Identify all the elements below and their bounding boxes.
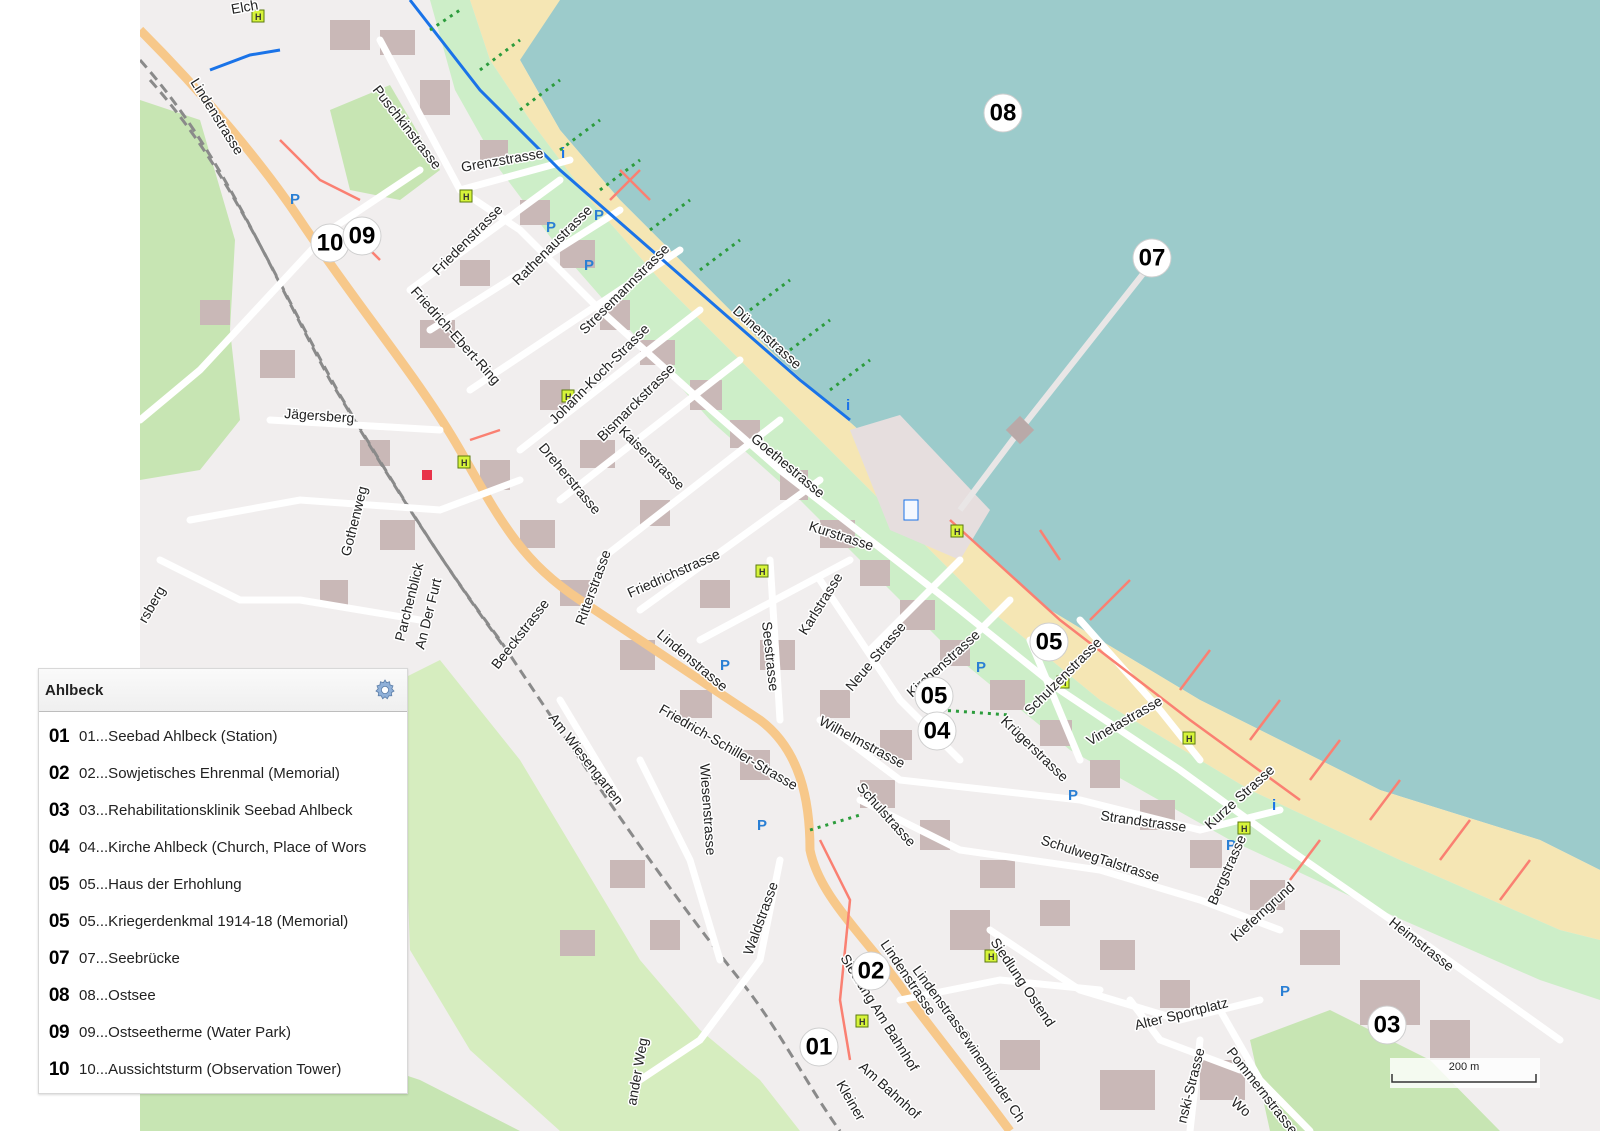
scale-bar-label: 200 m xyxy=(1449,1061,1480,1073)
kiosk-icon[interactable] xyxy=(903,499,919,521)
svg-text:10: 10 xyxy=(317,230,344,257)
bus-stop-icon[interactable]: H xyxy=(950,524,964,538)
marker-09[interactable]: 09 xyxy=(342,216,382,256)
info-icon[interactable]: i xyxy=(1272,797,1276,814)
marker-08[interactable]: 08 xyxy=(983,93,1023,133)
legend-item[interactable]: 04 04...Kirche Ahlbeck (Church, Place of … xyxy=(39,829,407,866)
marker-05[interactable]: 05 xyxy=(914,676,954,716)
legend-title: Ahlbeck xyxy=(45,681,104,699)
svg-text:01: 01 xyxy=(806,1034,833,1061)
legend-item-number: 03 xyxy=(48,799,70,821)
tram-stop-icon[interactable] xyxy=(422,470,432,480)
bus-stop-icon[interactable]: H xyxy=(855,1014,869,1028)
svg-text:05: 05 xyxy=(921,683,948,710)
svg-text:02: 02 xyxy=(858,958,885,985)
svg-text:H: H xyxy=(1186,734,1193,744)
svg-text:03: 03 xyxy=(1374,1012,1401,1039)
legend-item-number: 02 xyxy=(48,762,70,784)
legend-item[interactable]: 10 10...Aussichtsturm (Observation Tower) xyxy=(39,1051,407,1088)
svg-text:H: H xyxy=(954,527,961,537)
svg-text:H: H xyxy=(759,567,766,577)
legend-item-number: 01 xyxy=(48,725,70,747)
bus-stop-icon[interactable]: H xyxy=(1237,821,1251,835)
legend-item-number: 07 xyxy=(48,947,70,969)
legend-item[interactable]: 01 01...Seebad Ahlbeck (Station) xyxy=(39,718,407,755)
legend-item-label: 05...Kriegerdenkmal 1914-18 (Memorial) xyxy=(79,913,349,930)
parking-icon[interactable]: P xyxy=(720,657,730,674)
gear-icon[interactable] xyxy=(371,676,399,704)
bus-stop-icon[interactable]: H xyxy=(1182,731,1196,745)
legend-item-label: 10...Aussichtsturm (Observation Tower) xyxy=(79,1061,342,1078)
legend-item-number: 09 xyxy=(48,1021,70,1043)
legend-item-label: 01...Seebad Ahlbeck (Station) xyxy=(79,728,278,745)
parking-icon[interactable]: P xyxy=(1068,787,1078,804)
svg-text:07: 07 xyxy=(1139,245,1166,272)
legend-item-number: 04 xyxy=(48,836,70,858)
parking-icon[interactable]: P xyxy=(584,257,594,274)
marker-03[interactable]: 03 xyxy=(1367,1005,1407,1045)
bus-stop-icon[interactable]: H xyxy=(457,455,471,469)
svg-text:09: 09 xyxy=(349,223,376,250)
parking-icon[interactable]: P xyxy=(594,207,604,224)
svg-text:H: H xyxy=(988,952,995,962)
parking-icon[interactable]: P xyxy=(976,659,986,676)
svg-text:H: H xyxy=(255,12,262,22)
scale-bar: 200 m xyxy=(1390,1058,1540,1088)
info-icon[interactable]: i xyxy=(561,145,565,162)
legend-item-number: 05 xyxy=(48,910,70,932)
svg-text:H: H xyxy=(463,192,470,202)
marker-07[interactable]: 07 xyxy=(1132,238,1172,278)
legend-item[interactable]: 09 09...Ostseetherme (Water Park) xyxy=(39,1014,407,1051)
bus-stop-icon[interactable]: H xyxy=(755,564,769,578)
legend-item[interactable]: 05 05...Haus der Erhohlung xyxy=(39,866,407,903)
svg-text:05: 05 xyxy=(1036,629,1063,656)
legend-item-number: 05 xyxy=(48,873,70,895)
legend-item-label: 07...Seebrücke xyxy=(79,950,180,967)
legend-item-label: 08...Ostsee xyxy=(79,987,156,1004)
legend-list: 01 01...Seebad Ahlbeck (Station) 02 02...S… xyxy=(39,712,407,1088)
legend-item-label: 04...Kirche Ahlbeck (Church, Place of Wo… xyxy=(79,839,367,856)
parking-icon[interactable]: P xyxy=(757,817,767,834)
marker-04[interactable]: 04 xyxy=(917,711,957,751)
legend-item-number: 08 xyxy=(48,984,70,1006)
info-icon[interactable]: i xyxy=(846,397,850,414)
legend-item-label: 05...Haus der Erhohlung xyxy=(79,876,242,893)
bus-stop-icon[interactable]: H xyxy=(459,189,473,203)
svg-text:08: 08 xyxy=(990,100,1017,127)
legend-item[interactable]: 03 03...Rehabilitationsklinik Seebad Ahlb… xyxy=(39,792,407,829)
legend-header: Ahlbeck xyxy=(39,669,407,712)
svg-text:H: H xyxy=(461,458,468,468)
parking-icon[interactable]: P xyxy=(290,191,300,208)
legend-item-label: 03...Rehabilitationsklinik Seebad Ahlbec… xyxy=(79,802,353,819)
marker-02[interactable]: 02 xyxy=(851,951,891,991)
marker-05[interactable]: 05 xyxy=(1029,622,1069,662)
legend-panel: Ahlbeck 01 01...Seebad Ahlbeck (Station) … xyxy=(38,668,408,1094)
legend-item-label: 02...Sowjetisches Ehrenmal (Memorial) xyxy=(79,765,340,782)
parking-icon[interactable]: P xyxy=(1280,983,1290,1000)
legend-item[interactable]: 05 05...Kriegerdenkmal 1914-18 (Memorial) xyxy=(39,903,407,940)
marker-01[interactable]: 01 xyxy=(799,1027,839,1067)
svg-text:H: H xyxy=(1241,824,1248,834)
legend-item[interactable]: 07 07...Seebrücke xyxy=(39,940,407,977)
svg-text:H: H xyxy=(859,1017,866,1027)
legend-item[interactable]: 08 08...Ostsee xyxy=(39,977,407,1014)
svg-text:04: 04 xyxy=(924,718,951,745)
legend-item-label: 09...Ostseetherme (Water Park) xyxy=(79,1024,292,1041)
legend-item[interactable]: 02 02...Sowjetisches Ehrenmal (Memorial) xyxy=(39,755,407,792)
marker-10[interactable]: 10 xyxy=(310,223,350,263)
legend-item-number: 10 xyxy=(48,1058,70,1080)
